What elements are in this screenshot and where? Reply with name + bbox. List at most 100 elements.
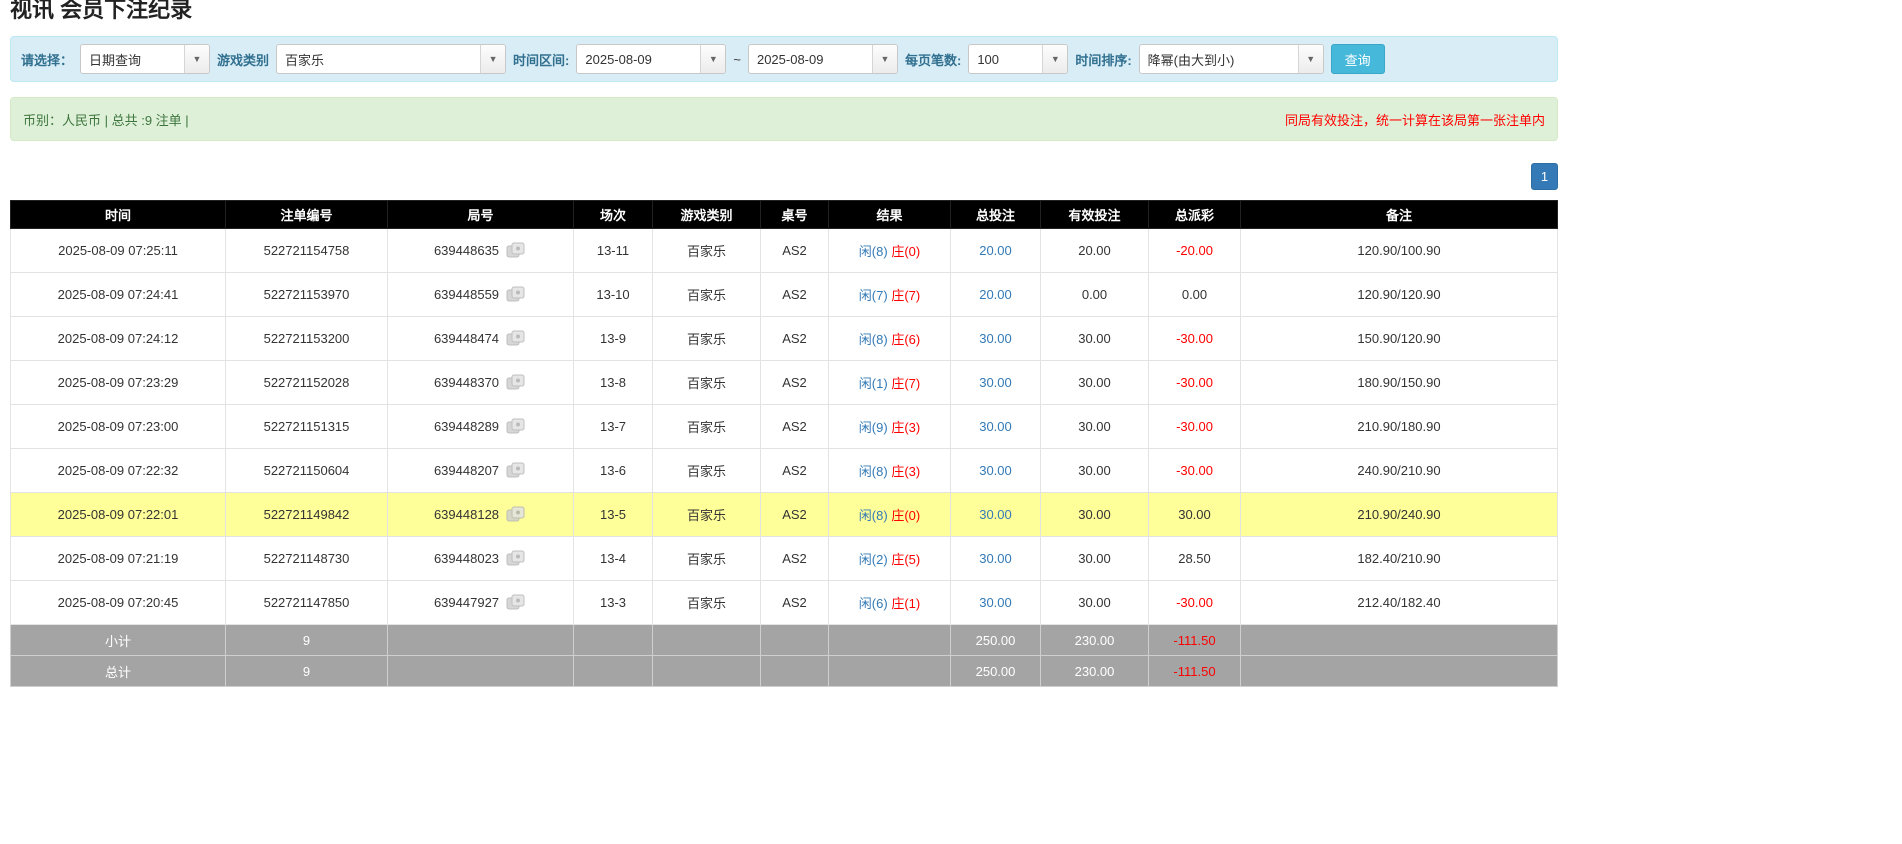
cell-total-bet: 30.00 [951,405,1041,449]
cell-game-type: 百家乐 [653,537,761,581]
page-button-1[interactable]: 1 [1531,163,1558,190]
date-to-input[interactable] [749,45,872,73]
cards-icon[interactable] [505,462,527,479]
cell-total-bet: 30.00 [951,449,1041,493]
cell-time: 2025-08-09 07:22:01 [11,493,226,537]
total-bet-link[interactable]: 30.00 [979,463,1012,478]
round-number: 639448023 [434,551,499,566]
page-size-label: 每页笔数: [905,50,961,69]
search-button[interactable]: 查询 [1331,44,1385,74]
round-number: 639448289 [434,419,499,434]
page-size-combobox[interactable]: ▼ [968,44,1068,74]
total-bet-link[interactable]: 20.00 [979,287,1012,302]
result-banker: 庄(6) [891,332,920,347]
total-bet-link[interactable]: 30.00 [979,551,1012,566]
total-bet-link[interactable]: 30.00 [979,507,1012,522]
summary-cell [574,625,653,656]
cards-icon[interactable] [505,286,527,303]
table-row: 2025-08-09 07:24:12 522721153200 6394484… [11,317,1558,361]
date-from-input[interactable] [577,45,700,73]
cards-icon[interactable] [505,374,527,391]
result-banker: 庄(3) [891,420,920,435]
cell-round-id: 639448635 [388,229,574,273]
round-number: 639448635 [434,243,499,258]
select-type-combobox[interactable]: ▼ [80,44,210,74]
date-range-separator: ~ [733,52,741,67]
cell-total-bet: 20.00 [951,229,1041,273]
pagination: 1 [10,163,1558,190]
cell-result: 闲(8) 庄(6) [829,317,951,361]
chevron-down-icon[interactable]: ▼ [184,45,209,73]
result-player: 闲(8) [859,244,888,259]
cell-total-bet: 30.00 [951,317,1041,361]
page-size-input[interactable] [969,45,1042,73]
column-header: 结果 [829,201,951,229]
result-player: 闲(8) [859,508,888,523]
chevron-down-icon[interactable]: ▼ [1298,45,1323,73]
round-number: 639448559 [434,287,499,302]
cell-payout: 30.00 [1149,493,1241,537]
game-type-combobox[interactable]: ▼ [276,44,506,74]
total-bet-link[interactable]: 20.00 [979,243,1012,258]
cell-time: 2025-08-09 07:24:41 [11,273,226,317]
cell-payout: -30.00 [1149,405,1241,449]
result-banker: 庄(7) [891,376,920,391]
date-from-combobox[interactable]: ▼ [576,44,726,74]
result-banker: 庄(7) [891,288,920,303]
cards-icon[interactable] [505,594,527,611]
summary-cell: 230.00 [1041,656,1149,687]
table-row: 2025-08-09 07:22:01 522721149842 6394481… [11,493,1558,537]
sort-order-input[interactable] [1140,45,1298,73]
cell-round-id: 639448559 [388,273,574,317]
game-type-input[interactable] [277,45,480,73]
table-row: 2025-08-09 07:21:19 522721148730 6394480… [11,537,1558,581]
total-bet-link[interactable]: 30.00 [979,331,1012,346]
cell-total-bet: 30.00 [951,537,1041,581]
sort-order-combobox[interactable]: ▼ [1139,44,1324,74]
bet-records-table: 时间注单编号局号场次游戏类别桌号结果总投注有效投注总派彩备注 2025-08-0… [10,200,1558,687]
chevron-down-icon[interactable]: ▼ [872,45,897,73]
summary-cell: -111.50 [1149,625,1241,656]
cell-session: 13-4 [574,537,653,581]
chevron-down-icon[interactable]: ▼ [480,45,505,73]
date-to-combobox[interactable]: ▼ [748,44,898,74]
cards-icon[interactable] [505,506,527,523]
summary-cell [829,625,951,656]
result-banker: 庄(0) [891,244,920,259]
summary-cell [653,625,761,656]
cards-icon[interactable] [505,330,527,347]
chevron-down-icon[interactable]: ▼ [700,45,725,73]
cell-session: 13-5 [574,493,653,537]
cell-bet-id: 522721152028 [226,361,388,405]
select-type-input[interactable] [81,45,184,73]
game-type-label: 游戏类别 [217,50,269,69]
cell-note: 240.90/210.90 [1241,449,1558,493]
summary-cell: 9 [226,656,388,687]
cell-table-number: AS2 [761,317,829,361]
result-banker: 庄(5) [891,552,920,567]
cell-session: 13-8 [574,361,653,405]
result-player: 闲(2) [859,552,888,567]
column-header: 桌号 [761,201,829,229]
total-bet-link[interactable]: 30.00 [979,595,1012,610]
summary-cell [1241,625,1558,656]
cell-valid-bet: 30.00 [1041,449,1149,493]
round-number: 639448474 [434,331,499,346]
chevron-down-icon[interactable]: ▼ [1042,45,1067,73]
total-bet-link[interactable]: 30.00 [979,375,1012,390]
column-header: 场次 [574,201,653,229]
cell-note: 180.90/150.90 [1241,361,1558,405]
result-player: 闲(7) [859,288,888,303]
total-bet-link[interactable]: 30.00 [979,419,1012,434]
cards-icon[interactable] [505,418,527,435]
result-player: 闲(8) [859,464,888,479]
cell-round-id: 639448289 [388,405,574,449]
page-title: 视讯 会员下注纪录 [10,0,1558,20]
cell-time: 2025-08-09 07:23:00 [11,405,226,449]
cell-payout: -30.00 [1149,449,1241,493]
select-type-label: 请选择： [21,50,73,69]
summary-cell: 230.00 [1041,625,1149,656]
cell-game-type: 百家乐 [653,405,761,449]
cards-icon[interactable] [505,242,527,259]
cards-icon[interactable] [505,550,527,567]
